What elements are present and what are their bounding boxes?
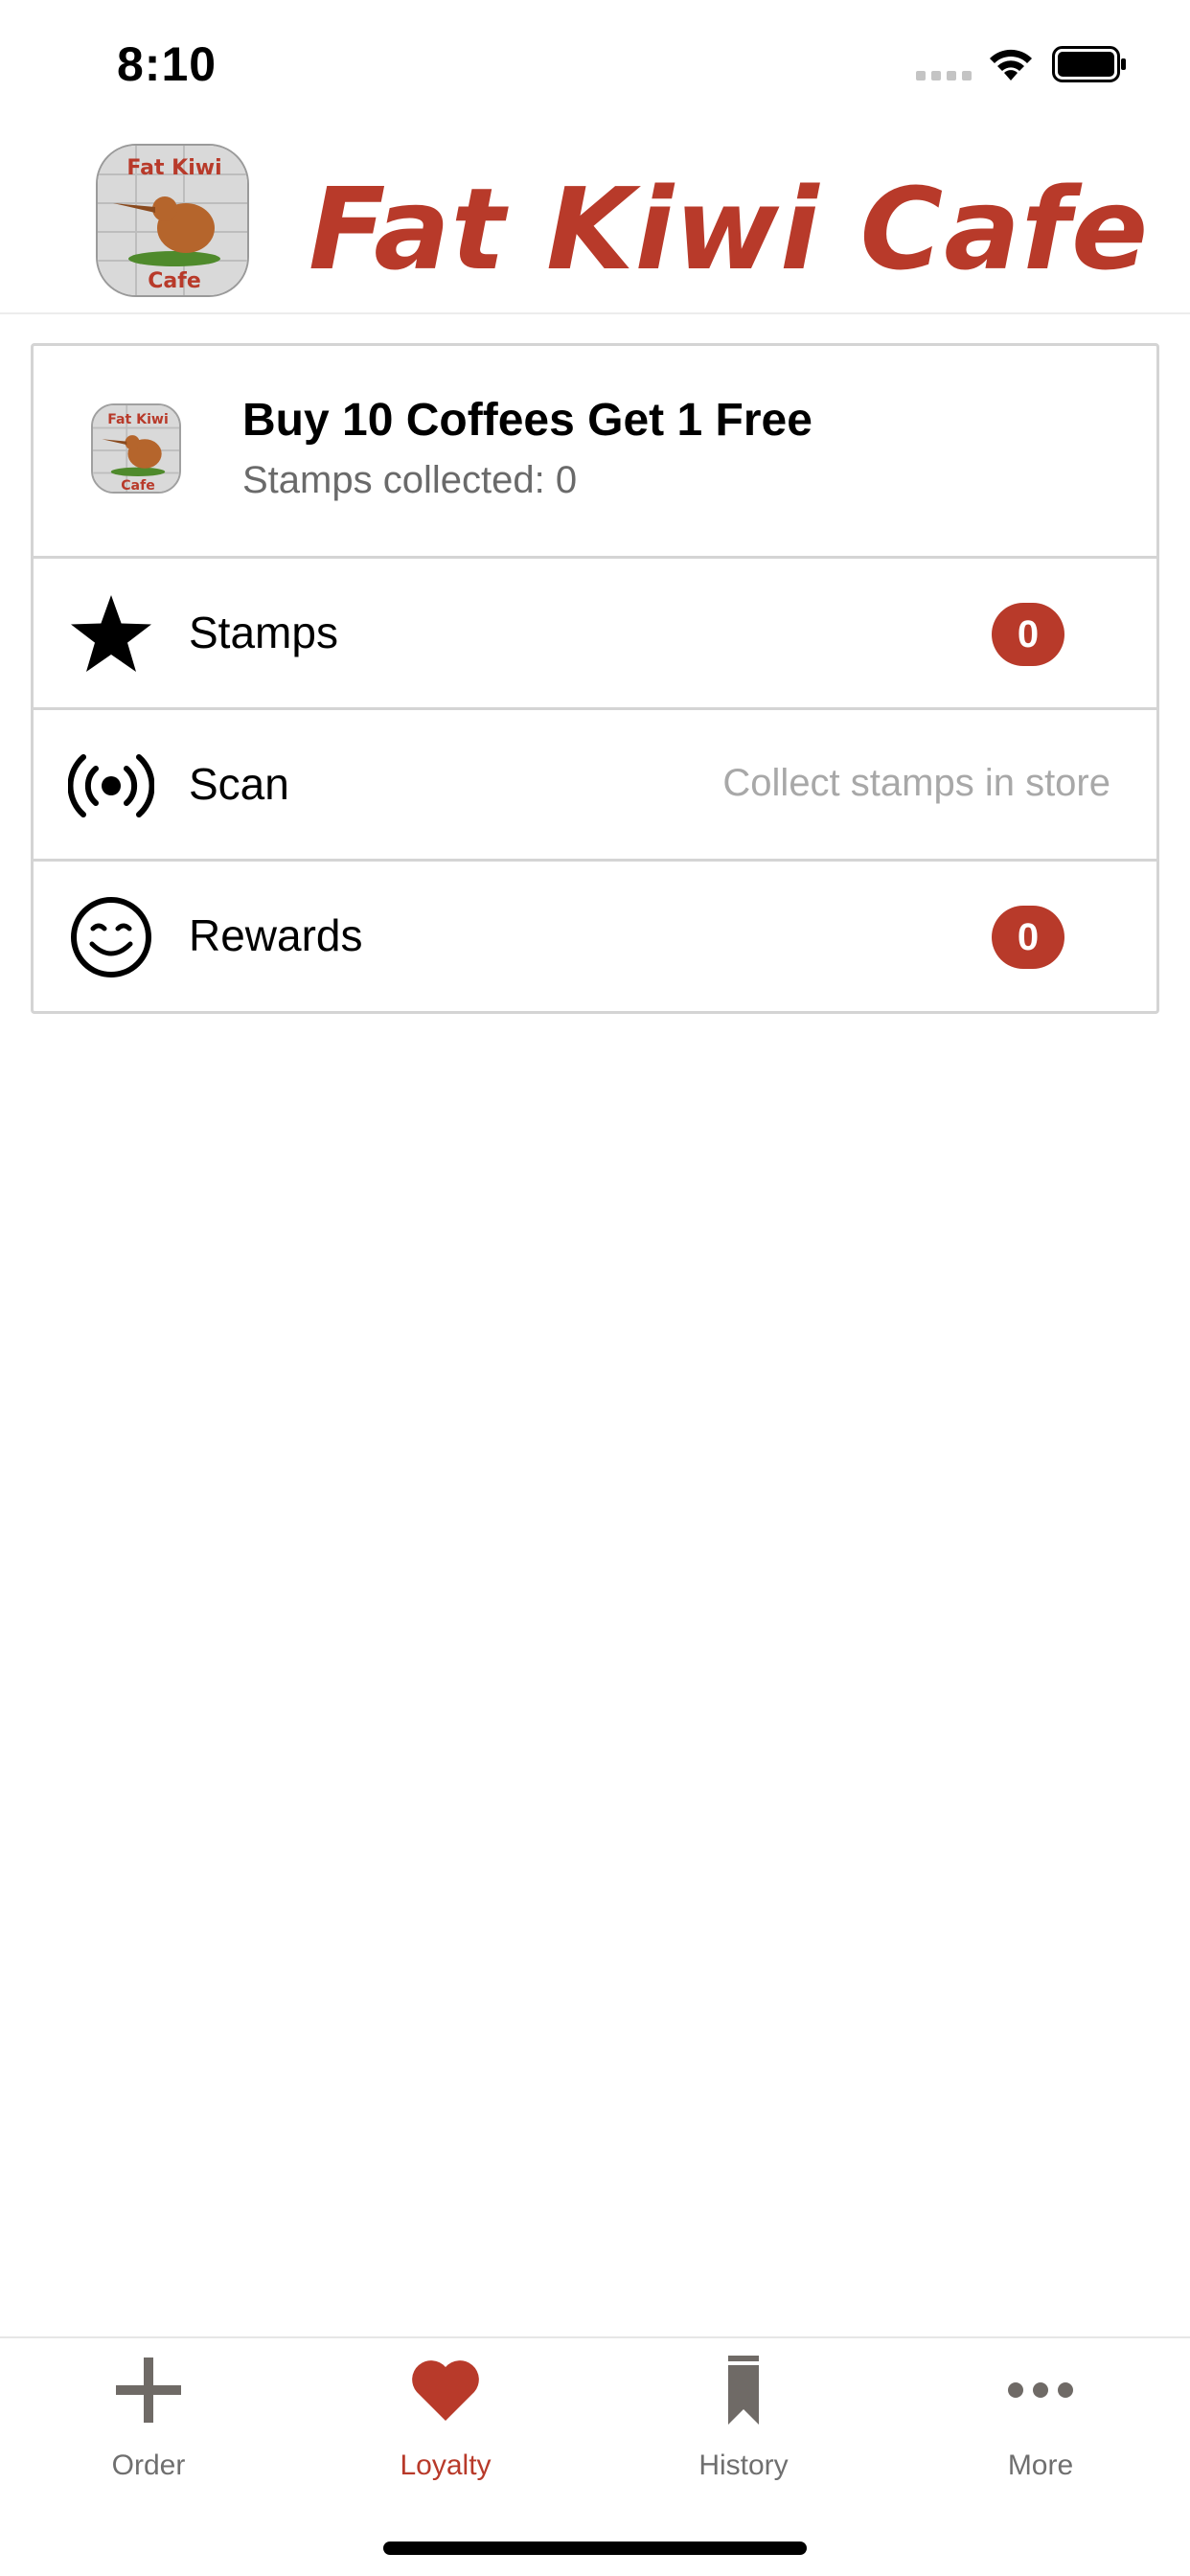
loyalty-screen: 8:10 Fat Kiwi Cafe Fat Kiwi Cafe Fat Kiw… bbox=[0, 0, 1190, 2576]
ellipsis-icon bbox=[1008, 2382, 1073, 2398]
tab-more[interactable]: More bbox=[892, 2338, 1189, 2501]
program-logo: Fat Kiwi Cafe bbox=[91, 403, 181, 494]
tab-more-label: More bbox=[1007, 2450, 1074, 2481]
loyalty-card: Fat Kiwi Cafe Buy 10 Coffees Get 1 Free … bbox=[31, 343, 1159, 1014]
app-header: Fat Kiwi Cafe Fat Kiwi Cafe bbox=[0, 126, 1190, 314]
wifi-icon bbox=[990, 49, 1032, 80]
plus-icon bbox=[116, 2358, 181, 2423]
heart-icon bbox=[412, 2360, 479, 2421]
stamps-count-badge: 0 bbox=[992, 603, 1064, 666]
svg-text:Cafe: Cafe bbox=[148, 269, 200, 293]
svg-text:Fat Kiwi: Fat Kiwi bbox=[107, 412, 169, 427]
stamps-collected-text: Stamps collected: 0 bbox=[242, 459, 578, 501]
home-indicator[interactable] bbox=[383, 2542, 807, 2555]
scan-label: Scan bbox=[189, 759, 289, 809]
status-bar: 8:10 bbox=[0, 0, 1190, 126]
cellular-signal-icon bbox=[916, 71, 972, 80]
stamps-label: Stamps bbox=[189, 608, 338, 657]
program-title: Buy 10 Coffees Get 1 Free bbox=[242, 395, 812, 446]
svg-text:Fat Kiwi: Fat Kiwi bbox=[126, 156, 221, 180]
tab-bar: Order Loyalty History More bbox=[0, 2336, 1190, 2576]
star-icon bbox=[71, 595, 151, 672]
loyalty-program-header: Fat Kiwi Cafe Buy 10 Coffees Get 1 Free … bbox=[34, 346, 1156, 559]
bookmark-icon bbox=[728, 2356, 759, 2425]
battery-icon bbox=[1052, 46, 1126, 82]
tab-order[interactable]: Order bbox=[0, 2338, 297, 2501]
tab-history[interactable]: History bbox=[595, 2338, 892, 2501]
nfc-scan-icon bbox=[68, 754, 154, 817]
scan-hint: Collect stamps in store bbox=[722, 762, 1110, 804]
tab-loyalty-label: Loyalty bbox=[400, 2450, 492, 2481]
rewards-label: Rewards bbox=[189, 910, 363, 960]
cafe-logo: Fat Kiwi Cafe bbox=[96, 144, 249, 297]
scan-row[interactable]: Scan Collect stamps in store bbox=[34, 710, 1156, 862]
smiley-icon bbox=[71, 897, 151, 978]
tab-history-label: History bbox=[698, 2450, 789, 2481]
status-time: 8:10 bbox=[117, 37, 217, 91]
app-title: Fat Kiwi Cafe bbox=[309, 163, 1150, 295]
svg-text:Cafe: Cafe bbox=[121, 478, 155, 494]
tab-order-label: Order bbox=[111, 2450, 186, 2481]
stamps-row[interactable]: Stamps 0 bbox=[34, 559, 1156, 710]
rewards-count-badge: 0 bbox=[992, 906, 1064, 969]
tab-loyalty[interactable]: Loyalty bbox=[297, 2338, 594, 2501]
rewards-row[interactable]: Rewards 0 bbox=[34, 862, 1156, 1013]
